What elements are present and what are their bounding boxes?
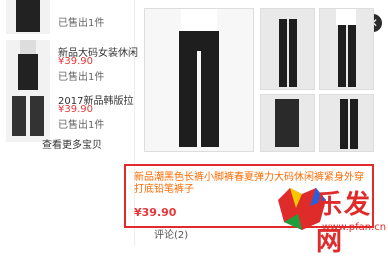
sold-count: 已售出1件 bbox=[58, 120, 105, 131]
product-thumbnail[interactable] bbox=[6, 90, 50, 142]
product-price: ¥39.90 bbox=[134, 206, 177, 219]
view-more-link[interactable]: 查看更多宝贝 bbox=[42, 136, 102, 151]
logo-text: 乐发网 bbox=[316, 190, 373, 257]
list-item[interactable]: 2017新品韩版拉 ¥39.90 已售出1件 bbox=[0, 84, 134, 144]
list-item[interactable]: 已售出1件 bbox=[0, 0, 134, 38]
recommendation-panel: 已售出1件 新品大码女装休闲 ¥39.90 已售出1件 2017新品韩版拉 ¥3… bbox=[0, 0, 138, 246]
product-thumb-image[interactable] bbox=[319, 94, 374, 152]
product-gallery bbox=[144, 8, 374, 152]
sold-count: 已售出1件 bbox=[58, 72, 105, 83]
product-thumb-image[interactable] bbox=[260, 8, 315, 90]
logo-url: www.pfan.cn bbox=[322, 222, 387, 233]
product-main-image[interactable] bbox=[144, 8, 254, 152]
sold-count: 已售出1件 bbox=[58, 18, 105, 29]
product-thumb-image[interactable] bbox=[260, 94, 315, 152]
product-thumbnail[interactable] bbox=[6, 0, 50, 34]
product-thumb-image[interactable] bbox=[319, 8, 374, 90]
product-price: ¥39.90 bbox=[58, 56, 93, 67]
product-price: ¥39.90 bbox=[58, 104, 93, 115]
reviews-link[interactable]: 评论(2) bbox=[154, 226, 188, 241]
site-logo: 乐发网 www.pfan.cn bbox=[272, 178, 387, 257]
